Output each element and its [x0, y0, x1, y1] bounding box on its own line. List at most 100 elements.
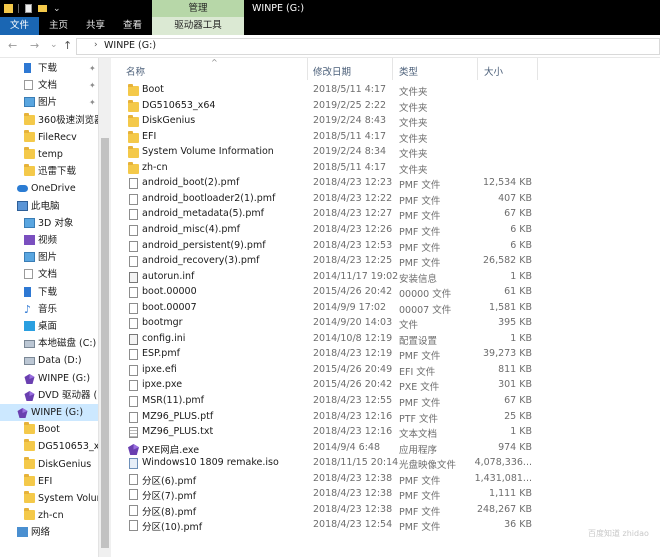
manage-context-tab[interactable]: 管理 [152, 0, 244, 17]
breadcrumb-chevron-icon[interactable]: › [94, 40, 98, 50]
file-row[interactable]: 分区(6).pmf 2018/4/23 12:38 PMF 文件 1,431,081.… [112, 472, 660, 488]
sidebar-item[interactable]: 文档 ✦ [0, 77, 98, 94]
file-row[interactable]: android_bootloader2(1).pmf 2018/4/23 12:2… [112, 192, 660, 208]
column-header-type[interactable]: 类型 [399, 64, 418, 78]
file-row[interactable]: System Volume Information 2019/2/24 8:34 文… [112, 145, 660, 161]
tab-home[interactable]: 主页 [49, 17, 68, 35]
column-header-name[interactable]: 名称 [126, 64, 145, 78]
file-date: 2014/10/8 12:19 [313, 332, 393, 344]
sidebar-item[interactable]: EFI [0, 473, 98, 490]
column-header-date[interactable]: 修改日期 [313, 64, 351, 78]
file-type: PMF 文件 [399, 522, 441, 534]
sidebar-item[interactable]: zh-cn [0, 507, 98, 524]
file-row[interactable]: boot.00007 2014/9/9 17:02 00007 文件 1,581 KB [112, 301, 660, 317]
column-header-size[interactable]: 大小 [484, 64, 503, 78]
pin-icon[interactable]: ✦ [89, 77, 96, 94]
file-row[interactable]: boot.00000 2015/4/26 20:42 00000 文件 61 KB [112, 285, 660, 301]
sidebar-item[interactable]: 视频 [0, 232, 98, 249]
file-row[interactable]: ipxe.pxe 2015/4/26 20:42 PXE 文件 301 KB [112, 378, 660, 394]
file-row[interactable]: ipxe.efi 2015/4/26 20:49 EFI 文件 811 KB [112, 363, 660, 379]
customize-quick-access-icon[interactable]: ⌄ [53, 4, 61, 14]
address-box[interactable] [76, 38, 660, 55]
sidebar-item-label: 下载 [38, 286, 58, 298]
sidebar-item[interactable]: 3D 对象 [0, 215, 98, 232]
sidebar-item[interactable]: 迅雷下载 [0, 163, 98, 180]
file-date: 2018/4/23 12:38 [313, 472, 393, 484]
file-row[interactable]: 分区(10).pmf 2018/4/23 12:54 PMF 文件 36 KB [112, 518, 660, 534]
file-name: 分区(7).pmf [142, 491, 197, 503]
file-row[interactable]: config.ini 2014/10/8 12:19 配置设置 1 KB [112, 332, 660, 348]
sidebar-item[interactable]: 文档 [0, 266, 98, 283]
sidebar-item[interactable]: temp [0, 146, 98, 163]
sidebar-item[interactable]: FileRecv [0, 129, 98, 146]
navigation-pane-scrollbar[interactable] [98, 58, 111, 557]
forward-arrow-icon[interactable]: → [30, 39, 39, 52]
up-arrow-icon[interactable]: ↑ [63, 39, 72, 52]
sidebar-item[interactable]: WINPE (G:) [0, 404, 110, 421]
sidebar-item[interactable]: Data (D:) [0, 352, 98, 369]
folder-icon [24, 491, 35, 503]
sidebar-item[interactable]: 网络 [0, 524, 98, 541]
file-row[interactable]: MZ96_PLUS.txt 2018/4/23 12:16 文本文档 1 KB [112, 425, 660, 441]
scrollbar-thumb[interactable] [101, 138, 109, 548]
sidebar-item[interactable]: 下载 [0, 284, 98, 301]
file-row[interactable]: MSR(11).pmf 2018/4/23 12:55 PMF 文件 67 KB [112, 394, 660, 410]
picture-icon [24, 97, 35, 108]
sidebar-item[interactable]: 下载 ✦ [0, 60, 98, 77]
file-row[interactable]: 分区(8).pmf 2018/4/23 12:38 PMF 文件 248,267 KB [112, 503, 660, 519]
file-row[interactable]: android_persistent(9).pmf 2018/4/23 12:53… [112, 239, 660, 255]
file-size: 39,273 KB [482, 348, 532, 360]
tab-file[interactable]: 文件 [0, 17, 39, 35]
pin-icon[interactable]: ✦ [89, 60, 96, 77]
pin-icon[interactable]: ✦ [89, 94, 96, 111]
sidebar-item[interactable]: 此电脑 [0, 198, 98, 215]
file-row[interactable]: autorun.inf 2014/11/17 19:02 安装信息 1 KB [112, 270, 660, 286]
file-row[interactable]: MZ96_PLUS.ptf 2018/4/23 12:16 PTF 文件 25 KB [112, 410, 660, 426]
file-date: 2019/2/24 8:34 [313, 146, 387, 158]
tab-view[interactable]: 查看 [123, 17, 142, 35]
file-row[interactable]: DiskGenius 2019/2/24 8:43 文件夹 [112, 114, 660, 130]
file-row[interactable]: ESP.pmf 2018/4/23 12:19 PMF 文件 39,273 KB [112, 347, 660, 363]
file-row[interactable]: android_boot(2).pmf 2018/4/23 12:23 PMF 文件… [112, 176, 660, 192]
file-row[interactable]: DG510653_x64 2019/2/25 2:22 文件夹 [112, 99, 660, 115]
sidebar-item[interactable]: 图片 ✦ [0, 94, 98, 111]
sidebar-item[interactable]: OneDrive [0, 180, 98, 197]
file-row[interactable]: android_recovery(3).pmf 2018/4/23 12:25 PM… [112, 254, 660, 270]
network-icon [17, 527, 28, 538]
properties-icon[interactable] [25, 4, 32, 13]
sidebar-item[interactable]: Boot [0, 421, 98, 438]
file-row[interactable]: Windows10 1809 remake.iso 2018/11/15 20:1… [112, 456, 660, 472]
download-icon [24, 286, 31, 297]
file-icon [129, 364, 138, 376]
file-row[interactable]: Boot 2018/5/11 4:17 文件夹 [112, 83, 660, 99]
column-divider[interactable] [307, 58, 308, 80]
file-row[interactable]: bootmgr 2014/9/20 14:03 文件 395 KB [112, 316, 660, 332]
sidebar-item[interactable]: DiskGenius [0, 456, 98, 473]
sidebar-item[interactable]: ♪ 音乐 [0, 301, 98, 318]
sidebar-item-label: zh-cn [38, 510, 64, 522]
sidebar-item[interactable]: 本地磁盘 (C:) [0, 335, 98, 352]
recent-locations-icon[interactable]: ⌄ [50, 40, 58, 50]
tab-share[interactable]: 共享 [86, 17, 105, 35]
sidebar-item[interactable]: System Volume [0, 490, 98, 507]
column-divider[interactable] [537, 58, 538, 80]
file-row[interactable]: 分区(7).pmf 2018/4/23 12:38 PMF 文件 1,111 KB [112, 487, 660, 503]
file-row[interactable]: android_misc(4).pmf 2018/4/23 12:26 PMF 文件… [112, 223, 660, 239]
sidebar-item[interactable]: DG510653_x64 [0, 438, 98, 455]
file-row[interactable]: android_metadata(5).pmf 2018/4/23 12:27 PM… [112, 207, 660, 223]
file-row[interactable]: EFI 2018/5/11 4:17 文件夹 [112, 130, 660, 146]
breadcrumb-path[interactable]: WINPE (G:) [104, 40, 156, 51]
column-divider[interactable] [477, 58, 478, 80]
sidebar-item[interactable]: WINPE (G:) [0, 370, 98, 387]
tab-drive-tools[interactable]: 驱动器工具 [152, 17, 244, 35]
file-row[interactable]: PXE网启.exe 2014/9/4 6:48 应用程序 974 KB [112, 441, 660, 457]
file-name: config.ini [142, 332, 186, 344]
back-arrow-icon[interactable]: ← [8, 39, 17, 52]
sidebar-item[interactable]: DVD 驱动器 (H:) [0, 387, 98, 404]
sidebar-item[interactable]: 360极速浏览器下 [0, 112, 98, 129]
new-folder-icon[interactable] [38, 5, 47, 12]
sidebar-item[interactable]: 桌面 [0, 318, 98, 335]
sidebar-item[interactable]: 图片 [0, 249, 98, 266]
column-divider[interactable] [392, 58, 393, 80]
file-row[interactable]: zh-cn 2018/5/11 4:17 文件夹 [112, 161, 660, 177]
